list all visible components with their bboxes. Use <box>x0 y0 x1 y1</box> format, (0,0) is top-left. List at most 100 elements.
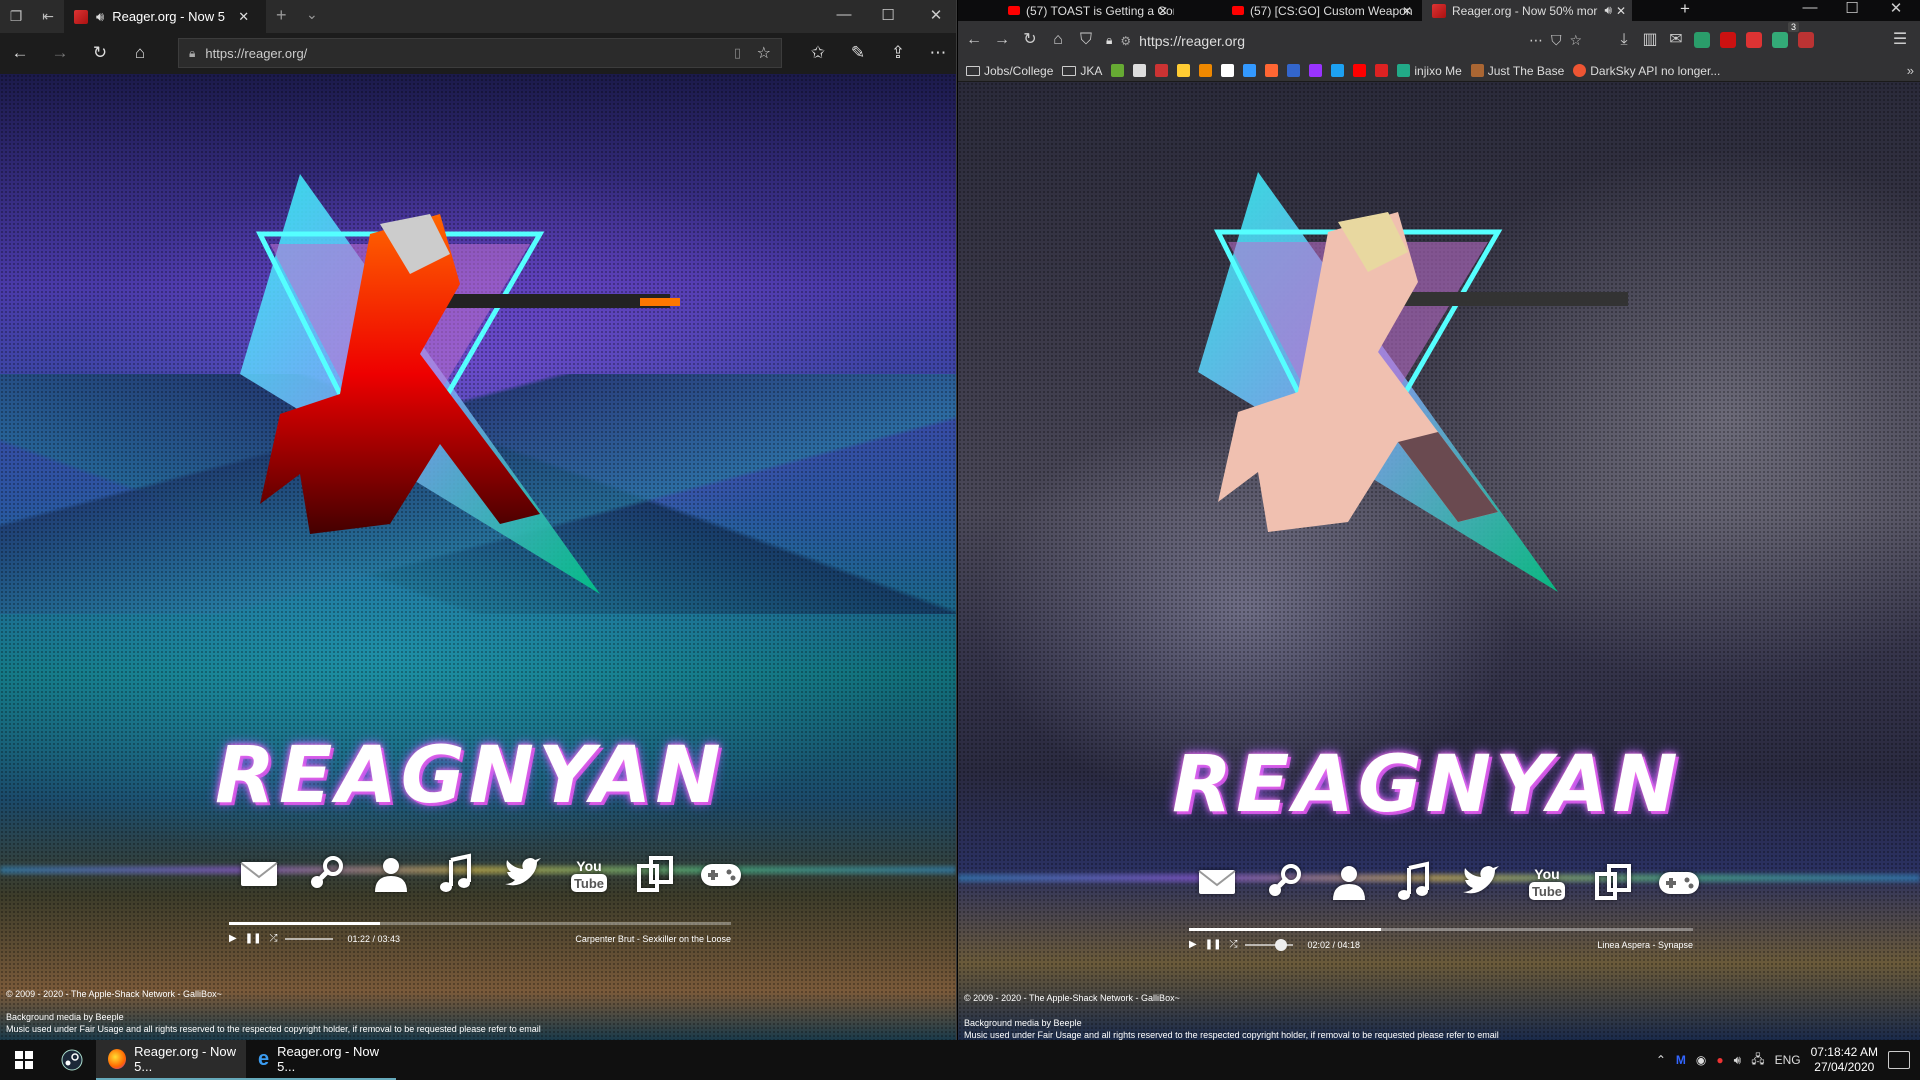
star-icon[interactable]: ☆ <box>1569 32 1582 49</box>
window-close-icon[interactable]: ✕ <box>926 6 946 24</box>
speaker-icon[interactable]: 🔊︎ <box>1604 3 1612 18</box>
extension-icon[interactable] <box>1746 32 1762 48</box>
menu-icon[interactable]: ☰ <box>1890 30 1910 50</box>
pocket-icon[interactable]: ⛉ <box>1551 32 1562 49</box>
copy-icon[interactable] <box>632 852 678 896</box>
mail-icon[interactable] <box>236 852 282 896</box>
maximize-icon[interactable]: ☐ <box>1842 0 1862 17</box>
page-actions-icon[interactable]: ⋯ <box>1529 32 1543 49</box>
twitter-icon[interactable] <box>1331 64 1345 77</box>
firefox-icon[interactable] <box>1265 64 1279 77</box>
play-icon[interactable]: ▶ <box>229 933 237 944</box>
gamepad-icon[interactable] <box>698 852 744 896</box>
firefox-url[interactable]: https://reager.org <box>1139 33 1245 49</box>
close-icon[interactable]: ✕ <box>238 9 249 25</box>
maximize-icon[interactable]: ☐ <box>878 6 898 24</box>
minimize-icon[interactable]: — <box>1800 0 1820 16</box>
refresh-icon[interactable]: ↻ <box>90 43 110 63</box>
shield-extension-icon[interactable] <box>1798 32 1814 48</box>
chrome-icon[interactable]: ● <box>1716 1053 1723 1067</box>
gamepad-icon[interactable] <box>1656 860 1702 904</box>
taskbar-edge[interactable]: e Reager.org - Now 5... <box>246 1040 396 1080</box>
minimize-icon[interactable]: — <box>834 6 854 23</box>
pen-icon[interactable]: ✎ <box>848 43 868 63</box>
firefox-address-bar[interactable]: 🔒︎ ⚙ https://reager.org ⋯ ⛉ ☆ <box>1102 26 1588 55</box>
twitch-icon[interactable] <box>1309 64 1323 77</box>
notification-icon[interactable] <box>1888 1051 1910 1069</box>
home-icon[interactable]: ⌂ <box>130 43 150 63</box>
bookmark-icon[interactable] <box>1155 64 1169 77</box>
back-icon[interactable]: ← <box>10 43 30 63</box>
play-icon[interactable]: ▶ <box>1189 939 1197 950</box>
clock[interactable]: 07:18:42 AM 27/04/2020 <box>1811 1045 1878 1075</box>
favorites-icon[interactable]: ✩ <box>808 43 828 63</box>
mail-icon[interactable] <box>1194 860 1240 904</box>
user-icon[interactable] <box>368 852 414 896</box>
twitter-icon[interactable] <box>1458 860 1504 904</box>
bookmark-icon[interactable] <box>1243 64 1257 77</box>
youtube-icon[interactable]: You Tube <box>1524 860 1570 904</box>
windows-start-icon[interactable] <box>0 1040 48 1080</box>
steam-taskbar-icon[interactable] <box>48 1040 96 1080</box>
volume-knob[interactable] <box>1275 938 1288 951</box>
steam-tray-icon[interactable]: ◉ <box>1696 1053 1706 1067</box>
more-icon[interactable]: ⋯ <box>928 43 948 63</box>
close-icon[interactable]: ✕ <box>1158 4 1168 18</box>
twitter-icon[interactable] <box>500 852 546 896</box>
shield-icon[interactable]: ⛉ <box>1076 30 1096 50</box>
bookmark-just-the-base[interactable]: Just The Base <box>1470 64 1564 78</box>
new-tab-icon[interactable]: + <box>276 5 287 26</box>
edge-url[interactable]: https://reager.org/ <box>205 46 307 61</box>
malwarebytes-icon[interactable]: M <box>1676 1053 1686 1067</box>
bookmark-jobs-college[interactable]: Jobs/College <box>966 64 1053 78</box>
speaker-icon[interactable]: 🔊︎ <box>96 9 104 25</box>
language-indicator[interactable]: ENG <box>1775 1053 1801 1067</box>
bookmark-darksky[interactable]: DarkSky API no longer... <box>1573 64 1720 78</box>
refresh-icon[interactable]: ↻ <box>1020 30 1040 50</box>
youtube-icon[interactable] <box>1353 64 1367 77</box>
steam-icon[interactable] <box>302 852 348 896</box>
chevron-up-icon[interactable]: ⌃ <box>1656 1053 1666 1067</box>
download-icon[interactable]: ⤓ <box>1614 30 1634 50</box>
tab-aside-icon[interactable]: ❐ <box>8 8 24 24</box>
seek-bar[interactable] <box>229 922 731 925</box>
reading-view-icon[interactable]: ▯ <box>734 45 741 61</box>
close-icon[interactable]: ✕ <box>1402 4 1412 18</box>
bookmark-icon[interactable] <box>1111 64 1125 77</box>
permissions-icon[interactable]: ⚙ <box>1120 34 1131 48</box>
back-icon[interactable]: ← <box>964 30 984 50</box>
forward-icon[interactable]: → <box>992 30 1012 50</box>
volume-slider[interactable] <box>1245 938 1294 951</box>
ff-tab-2[interactable]: (57) [CS:GO] Custom Weapon ✕ <box>1222 0 1418 21</box>
music-icon[interactable] <box>1392 860 1438 904</box>
lock-icon[interactable]: 🔒︎ <box>1106 33 1112 48</box>
bookmark-icon[interactable] <box>1375 64 1389 77</box>
bookmark-jka[interactable]: JKA <box>1062 64 1102 78</box>
music-icon[interactable] <box>434 852 480 896</box>
close-icon[interactable]: ✕ <box>1616 4 1626 18</box>
forward-icon[interactable]: → <box>50 43 70 63</box>
network-icon[interactable]: 🖧︎ <box>1751 1050 1764 1071</box>
shuffle-icon[interactable]: ⤮ <box>1229 939 1237 950</box>
music-extension-icon[interactable] <box>1772 32 1788 48</box>
chevron-right-icon[interactable]: » <box>1907 63 1914 78</box>
amazon-icon[interactable] <box>1221 64 1235 77</box>
chevron-down-icon[interactable]: ⌄ <box>306 6 318 23</box>
window-close-icon[interactable]: ✕ <box>1886 0 1906 17</box>
copy-icon[interactable] <box>1590 860 1636 904</box>
mail-extension-icon[interactable]: ✉ <box>1666 30 1686 50</box>
pause-icon[interactable]: ❚❚ <box>245 933 262 944</box>
star-icon[interactable]: ☆ <box>757 43 771 63</box>
edge-address-bar[interactable]: 🔒︎ https://reager.org/ ▯ ☆ <box>178 38 782 68</box>
bookmark-icon[interactable] <box>1199 64 1213 77</box>
shuffle-icon[interactable]: ⤮ <box>269 933 277 944</box>
home-icon[interactable]: ⌂ <box>1048 30 1068 50</box>
reddit-icon[interactable] <box>1133 64 1147 77</box>
bookmark-icon[interactable] <box>1177 64 1191 77</box>
edge-tab-reager[interactable]: 🔊︎ Reager.org - Now 5 ✕ <box>64 0 266 33</box>
volume-icon[interactable]: 🔊︎ <box>1734 1053 1742 1068</box>
volume-slider[interactable] <box>285 937 334 940</box>
new-tab-icon[interactable]: + <box>1680 0 1690 19</box>
lock-icon[interactable]: 🔒︎ <box>189 46 195 61</box>
youtube-icon[interactable]: You Tube <box>566 852 612 896</box>
